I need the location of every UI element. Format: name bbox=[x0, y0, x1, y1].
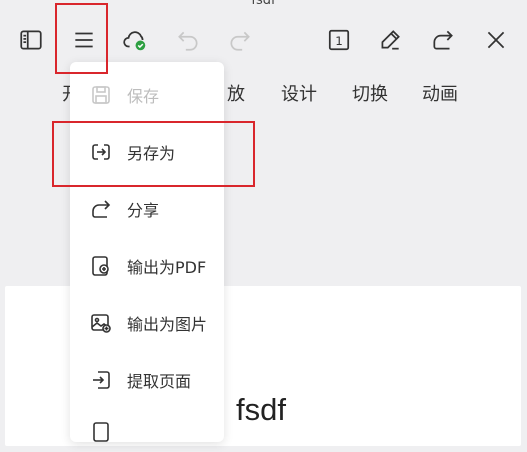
share-icon bbox=[89, 197, 113, 221]
pen-icon[interactable] bbox=[374, 24, 406, 56]
undo-icon[interactable] bbox=[172, 24, 204, 56]
menu-item-label: 保存 bbox=[127, 87, 160, 106]
tab-animation[interactable]: 动画 bbox=[422, 80, 458, 106]
menu-item-save[interactable]: 保存 bbox=[70, 75, 224, 115]
extract-page-icon bbox=[89, 368, 113, 392]
menu-item-label: 分享 bbox=[127, 201, 160, 220]
tab-design[interactable]: 设计 bbox=[281, 80, 317, 106]
menu-item-cutoff[interactable] bbox=[70, 412, 224, 452]
menu-item-export-pdf[interactable]: 输出为PDF bbox=[70, 246, 224, 286]
file-menu: 保存 另存为 分享 输出为PDF 输出为图片 提取页面 bbox=[70, 62, 224, 442]
highlight-menu-button bbox=[55, 3, 108, 74]
export-image-icon bbox=[89, 311, 113, 335]
save-icon bbox=[89, 83, 113, 107]
page-icon bbox=[89, 420, 113, 444]
share-icon[interactable] bbox=[427, 24, 459, 56]
tab-slideshow[interactable]: 放 bbox=[227, 80, 245, 106]
slide-number-icon[interactable]: 1 bbox=[323, 24, 355, 56]
menu-item-export-image[interactable]: 输出为图片 bbox=[70, 303, 224, 343]
menu-item-share[interactable]: 分享 bbox=[70, 189, 224, 229]
menu-item-label: 提取页面 bbox=[127, 372, 192, 391]
menu-item-extract-page[interactable]: 提取页面 bbox=[70, 360, 224, 400]
close-icon[interactable] bbox=[480, 24, 512, 56]
cloud-synced-icon[interactable] bbox=[119, 24, 151, 56]
tab-transition[interactable]: 切换 bbox=[352, 80, 388, 106]
export-pdf-icon bbox=[89, 254, 113, 278]
highlight-save-as bbox=[52, 121, 255, 187]
sidebar-icon[interactable] bbox=[15, 24, 47, 56]
menu-item-label: 输出为图片 bbox=[127, 315, 208, 334]
slide-text[interactable]: fsdf bbox=[236, 392, 286, 428]
menu-item-label: 输出为PDF bbox=[127, 258, 207, 277]
slide-number-label: 1 bbox=[335, 34, 343, 48]
redo-icon[interactable] bbox=[224, 24, 256, 56]
